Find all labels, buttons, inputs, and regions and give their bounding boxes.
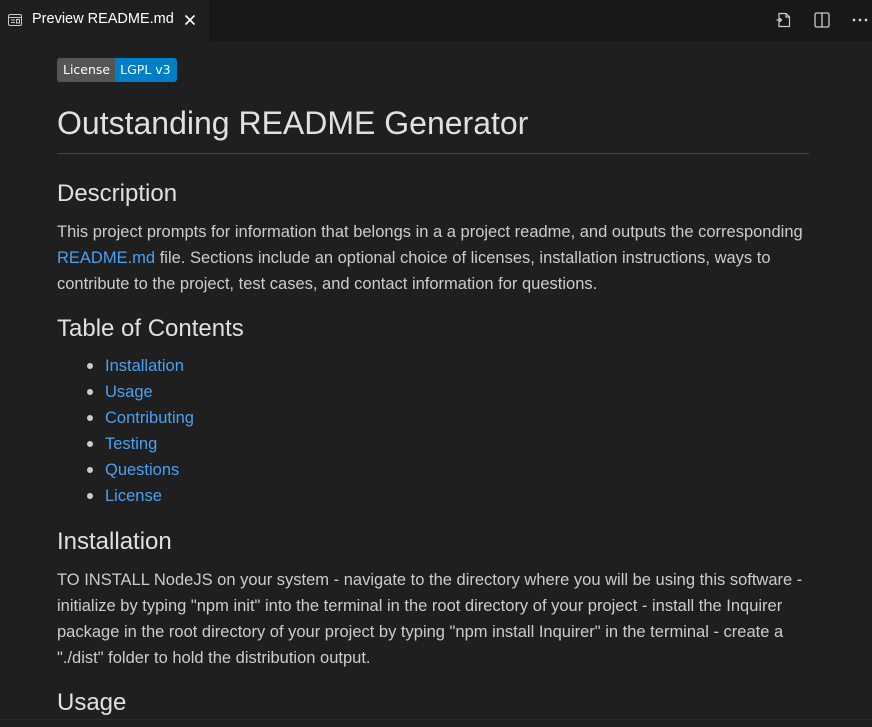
tab-bar: Preview README.md <box>0 0 872 41</box>
toc-heading: Table of Contents <box>57 315 244 342</box>
toc-link-testing[interactable]: Testing <box>105 435 157 453</box>
toc-item-testing: Testing <box>57 431 194 457</box>
toc-link-questions[interactable]: Questions <box>105 461 179 479</box>
badge-label: License <box>57 58 116 82</box>
toc-item-license: License <box>57 483 194 509</box>
toc-item-usage: Usage <box>57 379 194 405</box>
toc-item-contributing: Contributing <box>57 405 194 431</box>
toc-link-usage[interactable]: Usage <box>105 383 153 401</box>
split-editor-icon[interactable] <box>812 10 832 30</box>
usage-heading: Usage <box>57 689 127 716</box>
description-text-start: This project prompts for information tha… <box>57 223 803 241</box>
toc-item-questions: Questions <box>57 457 194 483</box>
description-text: This project prompts for information tha… <box>57 219 809 297</box>
divider <box>0 719 872 720</box>
toc-link-license[interactable]: License <box>105 487 162 505</box>
open-source-icon[interactable] <box>774 10 794 30</box>
more-actions-icon[interactable] <box>850 10 870 30</box>
description-heading: Description <box>57 180 178 207</box>
tab-preview-readme[interactable]: Preview README.md <box>0 0 209 41</box>
readme-link[interactable]: README.md <box>57 249 155 267</box>
toc-item-installation: Installation <box>57 353 194 379</box>
preview-icon <box>8 14 22 26</box>
toc-link-contributing[interactable]: Contributing <box>105 409 194 427</box>
tab-title: Preview README.md <box>32 11 174 27</box>
badge-value: LGPL v3 <box>115 58 177 82</box>
toc-link-installation[interactable]: Installation <box>105 357 184 375</box>
installation-heading: Installation <box>57 528 172 555</box>
installation-text: TO INSTALL NodeJS on your system - navig… <box>57 571 803 667</box>
license-badge: License LGPL v3 <box>57 58 177 82</box>
page-title: Outstanding README Generator <box>57 103 809 154</box>
description-text-end: file. Sections include an optional choic… <box>57 249 771 293</box>
toc-list: Installation Usage Contributing Testing … <box>57 353 194 509</box>
close-icon[interactable] <box>182 12 198 28</box>
